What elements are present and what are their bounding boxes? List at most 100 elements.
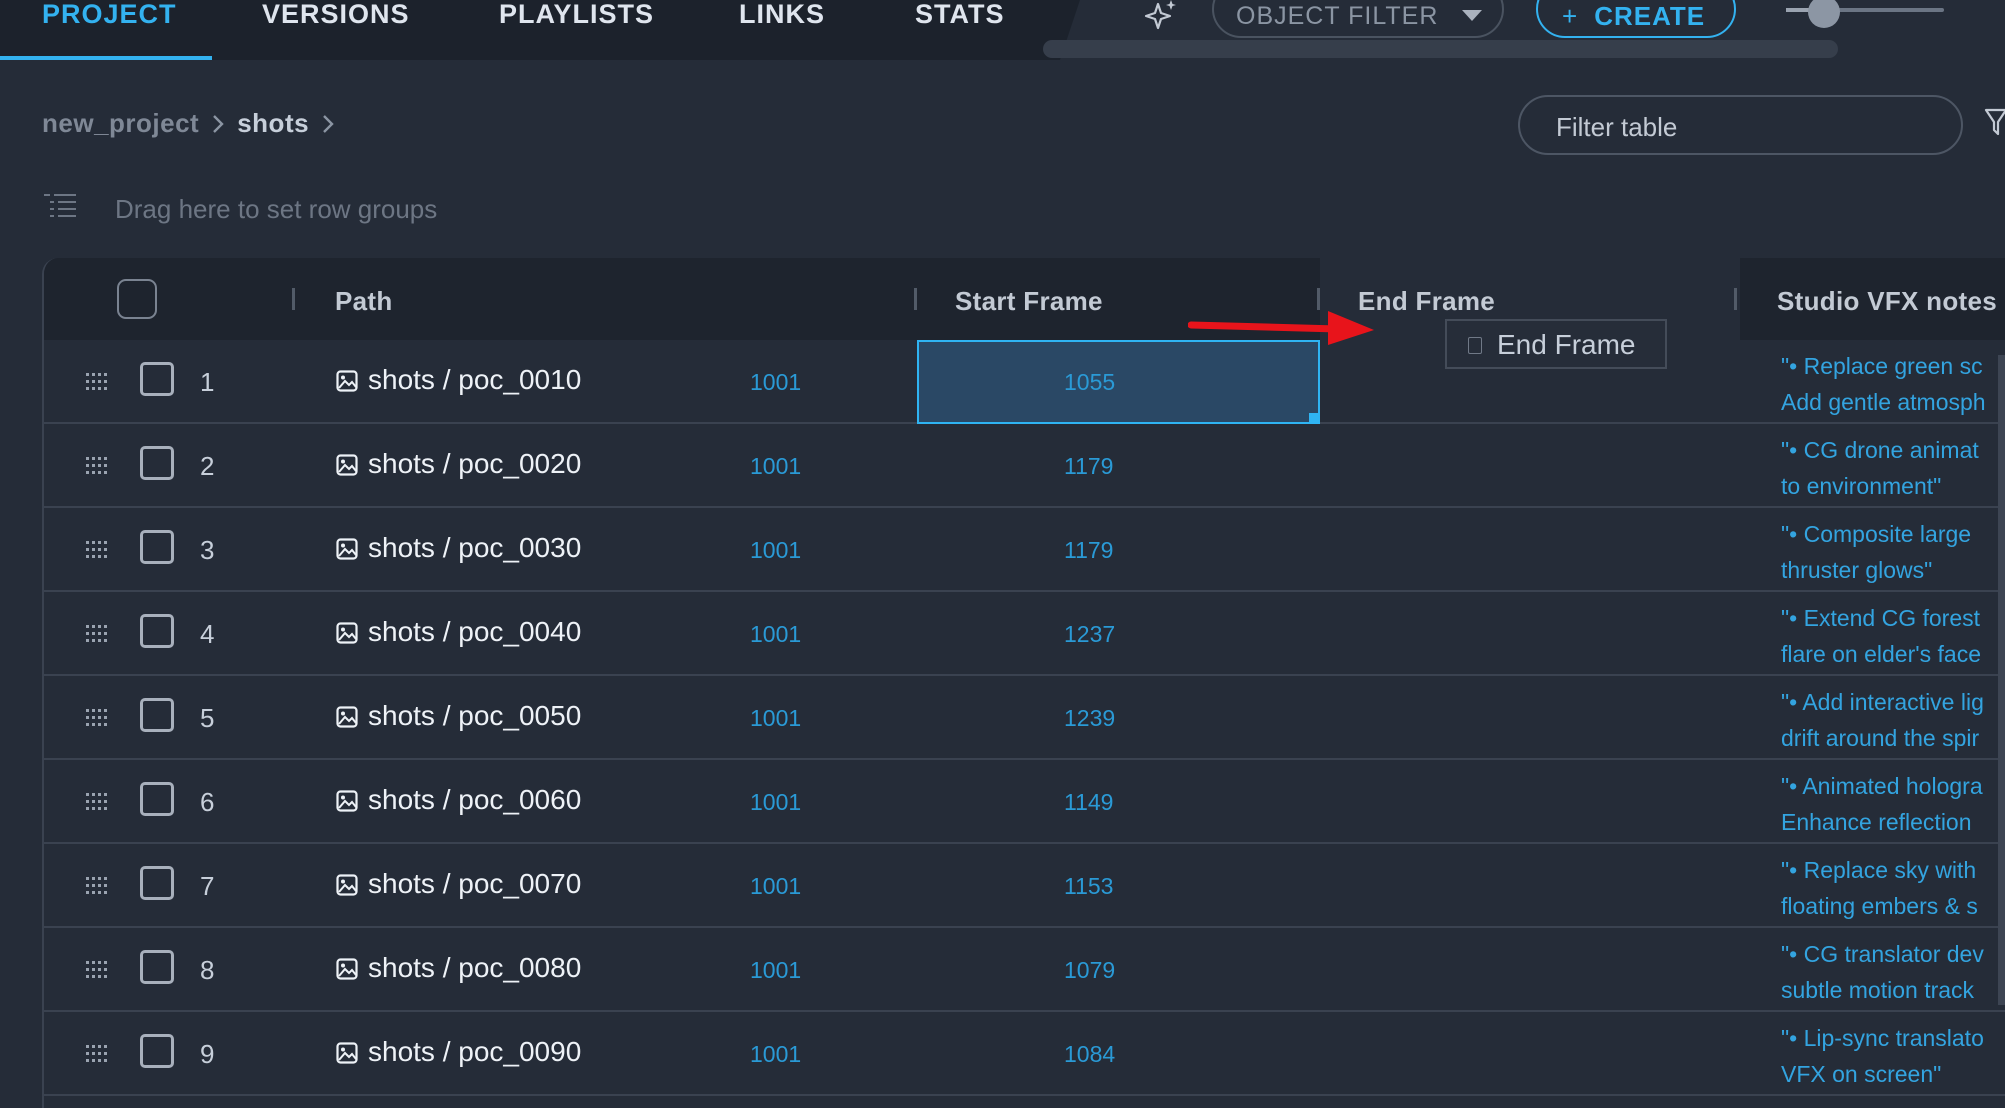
image-icon [336, 790, 358, 812]
end-frame-cell[interactable]: 1149 [1064, 789, 1113, 816]
path-cell[interactable]: shots / poc_0090 [368, 1036, 581, 1068]
fill-handle[interactable] [1309, 413, 1320, 424]
drag-handle-icon[interactable] [86, 706, 110, 728]
vfx-notes-line: "• Lip-sync translato [1781, 1025, 1984, 1051]
drag-handle-icon[interactable] [86, 370, 110, 392]
path-cell[interactable]: shots / poc_0050 [368, 700, 581, 732]
row-checkbox[interactable] [140, 614, 174, 648]
tab-versions[interactable]: VERSIONS [262, 0, 410, 60]
path-cell[interactable]: shots / poc_0040 [368, 616, 581, 648]
table-row[interactable]: 5 shots / poc_0050 1001 1239 "• Add interact… [44, 676, 2005, 760]
object-filter-dropdown[interactable]: OBJECT FILTER [1212, 0, 1504, 38]
filter-funnel-icon[interactable] [1984, 106, 2005, 138]
drag-handle-icon[interactable] [86, 790, 110, 812]
tab-links[interactable]: LINKS [739, 0, 825, 60]
start-frame-cell[interactable]: 1001 [750, 453, 801, 480]
select-all-checkbox[interactable] [117, 279, 157, 319]
drag-handle-icon[interactable] [86, 454, 110, 476]
vfx-notes-cell[interactable]: "• CG drone animat to environment" [1781, 432, 2005, 504]
drag-handle-icon[interactable] [86, 958, 110, 980]
vfx-notes-cell[interactable]: "• Composite large thruster glows" [1781, 516, 2005, 588]
row-checkbox[interactable] [140, 446, 174, 480]
table-row[interactable]: 9 shots / poc_0090 1001 1084 "• Lip-sync tra… [44, 1012, 2005, 1096]
drag-handle-icon[interactable] [86, 874, 110, 896]
vfx-notes-cell[interactable]: "• Animated hologra Enhance reflection [1781, 768, 2005, 840]
table-row[interactable]: 1 shots / poc_0010 1001 1055 "• Replace gree… [44, 340, 2005, 424]
start-frame-cell[interactable]: 1001 [750, 369, 801, 396]
row-checkbox[interactable] [140, 698, 174, 732]
start-frame-cell[interactable]: 1001 [750, 705, 801, 732]
end-frame-cell[interactable]: 1079 [1064, 957, 1115, 984]
image-icon [336, 1042, 358, 1064]
end-frame-cell[interactable]: 1179 [1064, 537, 1113, 564]
vfx-notes-line: "• CG translator dev [1781, 941, 1984, 967]
start-frame-cell[interactable]: 1001 [750, 1041, 801, 1068]
table-row[interactable]: 4 shots / poc_0040 1001 1237 "• Extend CG fo… [44, 592, 2005, 676]
tab-playlists[interactable]: PLAYLISTS [499, 0, 654, 60]
header-start-frame[interactable]: Start Frame [955, 258, 1103, 340]
row-checkbox[interactable] [140, 1034, 174, 1068]
row-checkbox[interactable] [140, 362, 174, 396]
vfx-notes-cell[interactable]: "• Lip-sync translato VFX on screen" [1781, 1020, 2005, 1092]
vfx-notes-cell[interactable]: "• Replace sky with floating embers & s [1781, 852, 2005, 924]
vertical-scrollbar[interactable] [1998, 355, 2005, 1005]
path-cell[interactable]: shots / poc_0060 [368, 784, 581, 816]
row-number: 9 [200, 1039, 215, 1069]
vfx-notes-cell[interactable]: "• CG translator dev subtle motion track [1781, 936, 2005, 1008]
table-row[interactable]: 6 shots / poc_0060 1001 1149 "• Animated hol… [44, 760, 2005, 844]
selected-cell[interactable] [917, 340, 1320, 424]
table-row[interactable]: 3 shots / poc_0030 1001 1179 "• Composite la… [44, 508, 2005, 592]
path-cell[interactable]: shots / poc_0020 [368, 448, 581, 480]
tab-project[interactable]: PROJECT [42, 0, 177, 60]
drag-handle-icon[interactable] [86, 622, 110, 644]
sparkle-icon[interactable] [1144, 0, 1178, 30]
row-number: 3 [200, 535, 215, 565]
create-button-label: CREATE [1594, 1, 1706, 31]
start-frame-cell[interactable]: 1001 [750, 537, 801, 564]
create-button[interactable]: + CREATE [1536, 0, 1736, 38]
path-cell[interactable]: shots / poc_0070 [368, 868, 581, 900]
path-cell[interactable]: shots / poc_0080 [368, 952, 581, 984]
chevron-right-icon [213, 114, 224, 133]
filter-table-input[interactable]: Filter table [1518, 95, 1963, 155]
end-frame-cell[interactable]: 1239 [1064, 705, 1115, 732]
table-row[interactable]: 2 shots / poc_0020 1001 1179 "• CG drone ani… [44, 424, 2005, 508]
drag-handle-icon[interactable] [86, 1042, 110, 1064]
vfx-notes-line: flare on elder's face [1781, 641, 1982, 667]
start-frame-cell[interactable]: 1001 [750, 873, 801, 900]
vfx-notes-line: "• Replace sky with [1781, 857, 1977, 883]
row-checkbox[interactable] [140, 530, 174, 564]
end-frame-cell[interactable]: 1084 [1064, 1041, 1115, 1068]
vfx-notes-cell[interactable]: "• Replace green sc Add gentle atmosph [1781, 348, 2005, 420]
row-groups-dropzone[interactable]: Drag here to set row groups [115, 194, 437, 225]
breadcrumb-project[interactable]: new_project [42, 108, 199, 139]
table-row[interactable]: 7 shots / poc_0070 1001 1153 "• Replace sky … [44, 844, 2005, 928]
start-frame-cell[interactable]: 1001 [750, 957, 801, 984]
row-checkbox[interactable] [140, 866, 174, 900]
header-resize-handle[interactable] [1734, 288, 1737, 310]
ghost-checkbox-icon [1468, 337, 1482, 354]
toolbar-scrollbar[interactable] [1043, 40, 1838, 58]
header-resize-handle[interactable] [292, 288, 295, 310]
header-studio-vfx-notes[interactable]: Studio VFX notes [1777, 258, 1997, 340]
path-cell[interactable]: shots / poc_0010 [368, 364, 581, 396]
start-frame-cell[interactable]: 1001 [750, 789, 801, 816]
row-checkbox[interactable] [140, 782, 174, 816]
image-icon [336, 874, 358, 896]
vfx-notes-cell[interactable]: "• Add interactive lig drift around the s… [1781, 684, 2005, 756]
end-frame-cell[interactable]: 1153 [1064, 873, 1113, 900]
drag-handle-icon[interactable] [86, 538, 110, 560]
breadcrumb-shots[interactable]: shots [237, 108, 309, 139]
end-frame-cell[interactable]: 1055 [1064, 369, 1115, 396]
end-frame-cell[interactable]: 1237 [1064, 621, 1115, 648]
vfx-notes-cell[interactable]: "• Extend CG forest flare on elder's face [1781, 600, 2005, 672]
start-frame-cell[interactable]: 1001 [750, 621, 801, 648]
row-checkbox[interactable] [140, 950, 174, 984]
path-cell[interactable]: shots / poc_0030 [368, 532, 581, 564]
end-frame-cell[interactable]: 1179 [1064, 453, 1113, 480]
table-row[interactable]: 8 shots / poc_0080 1001 1079 "• CG translato… [44, 928, 2005, 1012]
header-path[interactable]: Path [335, 258, 393, 340]
row-number: 1 [200, 367, 215, 397]
header-resize-handle[interactable] [914, 288, 917, 310]
tab-stats[interactable]: STATS [915, 0, 1005, 60]
